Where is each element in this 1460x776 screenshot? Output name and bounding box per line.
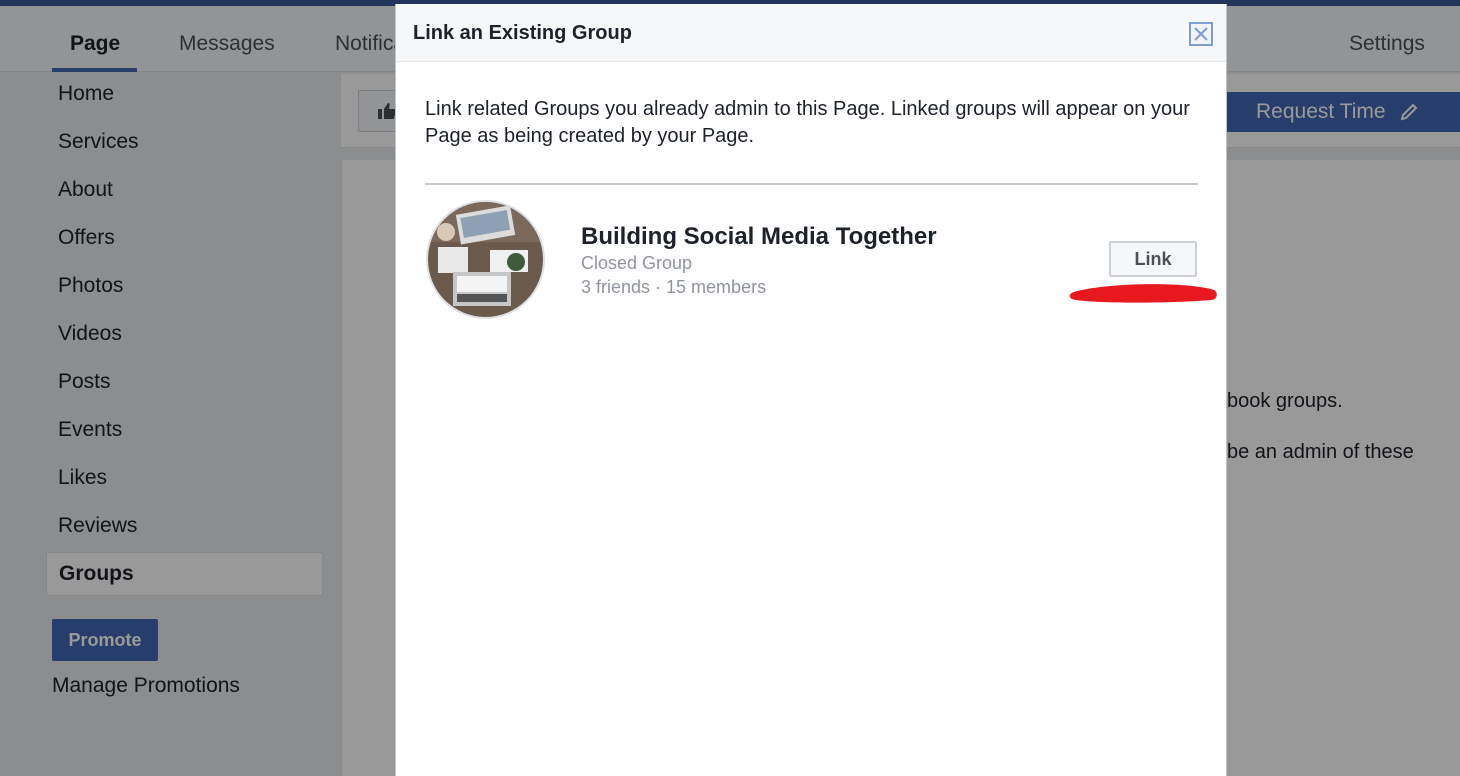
link-group-dialog: Link an Existing Group Link related Grou… [395, 4, 1227, 776]
close-button[interactable] [1189, 22, 1213, 46]
red-annotation-mark [1069, 284, 1217, 303]
link-button[interactable]: Link [1109, 241, 1197, 277]
group-name[interactable]: Building Social Media Together [581, 223, 937, 251]
dialog-header: Link an Existing Group [396, 4, 1226, 62]
group-type: Closed Group [581, 253, 693, 273]
dialog-description: Link related Groups you already admin to… [425, 98, 1190, 147]
divider [425, 183, 1198, 185]
group-members: 3 friends · 15 members [581, 277, 767, 297]
close-icon [1194, 27, 1208, 41]
dialog-title: Link an Existing Group [413, 22, 632, 44]
group-avatar[interactable] [426, 200, 545, 319]
